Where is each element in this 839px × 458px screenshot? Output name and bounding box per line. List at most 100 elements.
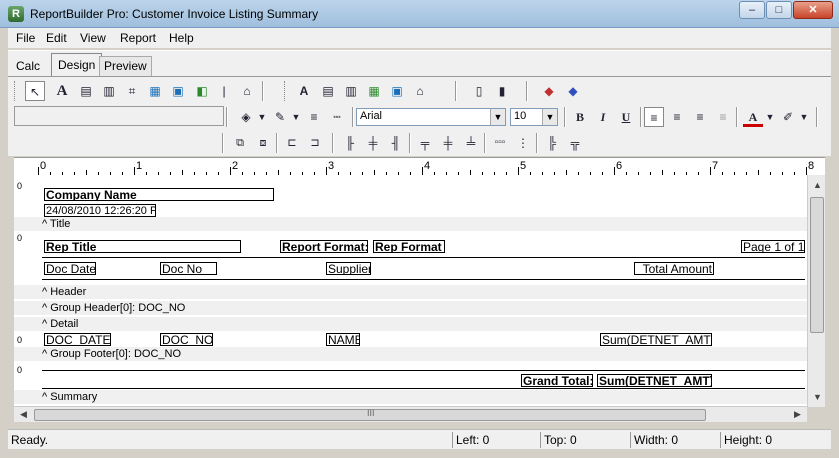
tab-preview[interactable]: Preview [99,56,152,76]
doc-no-column-label[interactable]: Doc No [160,262,217,275]
align-right-edges-icon[interactable]: ⊐ [305,133,325,153]
dbimage-tool-icon[interactable]: ▣ [387,81,407,101]
header-top-line[interactable] [42,257,805,258]
tab-design[interactable]: Design [51,53,103,77]
grand-total-field[interactable]: Sum(DETNET_AMT) [597,374,712,387]
close-button[interactable]: ✕ [793,1,833,19]
menu-file[interactable]: File [16,31,35,45]
horizontal-scrollbar[interactable]: ◀ III ▶ [14,406,807,422]
barcode-tool-icon[interactable]: ◧ [192,81,212,101]
bold-button[interactable]: B [570,107,590,127]
align-bottoms-icon[interactable]: ╧ [461,133,481,153]
chevron-down-icon[interactable]: ▼ [490,109,505,125]
line-style-icon[interactable]: ┅ [327,107,347,127]
print-datetime-field[interactable]: 24/08/2010 12:26:20 PM [44,204,156,217]
bring-to-front-icon[interactable]: ⧉ [230,133,250,153]
tab-calc[interactable]: Calc [16,59,40,73]
report-title-field[interactable]: Rep Title [44,240,241,253]
supplier-column-label[interactable]: Supplier [326,262,371,275]
align-centers-icon[interactable]: ╪ [363,133,383,153]
align-right-icon[interactable]: ≡ [690,107,710,127]
header-bottom-line[interactable] [42,279,805,280]
dbrichtext-tool-icon[interactable]: ▥ [341,81,361,101]
report-format-label[interactable]: Report Format: [280,240,368,253]
band-group-header[interactable]: ^ Group Header[0]: DOC_NO [14,301,807,315]
report-format-field[interactable]: Rep Format [373,240,445,253]
dbtext-tool-icon[interactable]: A [294,81,314,101]
scroll-down-icon[interactable]: ▼ [813,392,822,402]
select-pointer-icon[interactable]: ↖ [25,81,45,101]
memo-tool-icon[interactable]: ▤ [76,81,96,101]
align-lefts-icon[interactable]: ╟ [340,133,360,153]
align-rights-icon[interactable]: ╢ [386,133,406,153]
band-summary[interactable]: ^ Summary [14,390,807,404]
chevron-down-icon[interactable]: ▼ [542,109,557,125]
underline-button[interactable]: U [616,107,636,127]
align-center-icon[interactable]: ≡ [667,107,687,127]
status-width: Width: 0 [630,432,720,448]
align-tops-icon[interactable]: ╤ [415,133,435,153]
space-vertically-icon[interactable]: ⋮ [513,133,533,153]
dbcalc-tool-icon[interactable]: ▦ [364,81,384,101]
line-tool-icon[interactable]: | [214,81,234,101]
doc-date-column-label[interactable]: Doc Date [44,262,96,275]
italic-button[interactable]: I [593,107,613,127]
grand-total-label[interactable]: Grand Total: [521,374,593,387]
horizontal-scroll-thumb[interactable]: III [34,408,706,421]
status-top: Top: 0 [540,432,630,448]
dbmemo-tool-icon[interactable]: ▤ [318,81,338,101]
dbbarcode-tool-icon[interactable]: ⌂ [410,81,430,101]
doc-date-field[interactable]: DOC_DATE [44,333,111,346]
align-left-edges-icon[interactable]: ⊏ [282,133,302,153]
image-tool-icon[interactable]: ▦ [145,81,165,101]
label-tool-icon[interactable]: A [52,81,72,101]
menu-edit[interactable]: Edit [46,31,67,45]
menu-help[interactable]: Help [169,31,194,45]
justify-icon[interactable]: ≡ [713,107,733,127]
region-tool-icon[interactable]: ⌂ [237,81,257,101]
font-size-select[interactable]: 10 ▼ [510,108,558,126]
highlight-dropdown-icon[interactable]: ▼ [794,107,814,127]
calc-tool-icon[interactable]: ⌗ [122,81,142,101]
picture-tool-icon[interactable]: ▣ [168,81,188,101]
doc-no-field[interactable]: DOC_NO [160,333,213,346]
data-tree-icon[interactable]: ◆ [539,81,559,101]
align-left-icon[interactable]: ≡ [644,107,664,127]
band-title[interactable]: ^ Title [14,217,807,231]
vertical-scroll-thumb[interactable] [810,197,824,333]
formula-edit-box[interactable] [14,106,224,126]
design-surface[interactable]: 0 Company Name 24/08/2010 12:26:20 PM ^ … [14,175,807,407]
send-to-back-icon[interactable]: ⧈ [253,133,273,153]
line-thickness-icon[interactable]: ≡ [304,107,324,127]
report-tree-icon[interactable]: ◆ [563,81,583,101]
subreport-tool-icon[interactable]: ▯ [469,81,489,101]
grow-to-widest-icon[interactable]: ╠ [542,133,562,153]
minimize-button[interactable]: – [739,1,765,19]
band-detail-label[interactable]: ^ Detail [14,317,807,331]
line-color-dropdown-icon[interactable]: ▼ [286,107,306,127]
space-horizontally-icon[interactable]: ▫▫▫ [490,133,510,153]
page-number-field[interactable]: Page 1 of 1 [741,240,805,253]
align-middles-icon[interactable]: ╪ [438,133,458,153]
detail-sum-field[interactable]: Sum(DETNET_AMT) [600,333,712,346]
total-amount-column-label[interactable]: Total Amount [634,262,714,275]
summary-bottom-line[interactable] [42,388,805,389]
summary-top-line[interactable] [42,370,805,371]
menu-report[interactable]: Report [120,31,156,45]
band-group-footer[interactable]: ^ Group Footer[0]: DOC_NO [14,347,807,361]
scroll-right-icon[interactable]: ▶ [794,409,801,420]
richtext-tool-icon[interactable]: ▥ [99,81,119,101]
company-name-field[interactable]: Company Name [44,188,274,201]
menu-view[interactable]: View [80,31,106,45]
maximize-button[interactable]: □ [766,1,792,19]
scroll-up-icon[interactable]: ▲ [813,180,822,190]
band-header[interactable]: ^ Header [14,285,807,299]
font-name-select[interactable]: Arial ▼ [356,108,506,126]
fill-color-dropdown-icon[interactable]: ▼ [252,107,272,127]
scroll-left-icon[interactable]: ◀ [20,409,27,420]
crosstab-tool-icon[interactable]: ▮ [492,81,512,101]
name-field[interactable]: NAME [326,333,360,346]
grow-to-tallest-icon[interactable]: ╦ [565,133,585,153]
vertical-scrollbar[interactable]: ▲ ▼ [807,175,825,407]
font-color-dropdown-icon[interactable]: ▼ [760,107,780,127]
